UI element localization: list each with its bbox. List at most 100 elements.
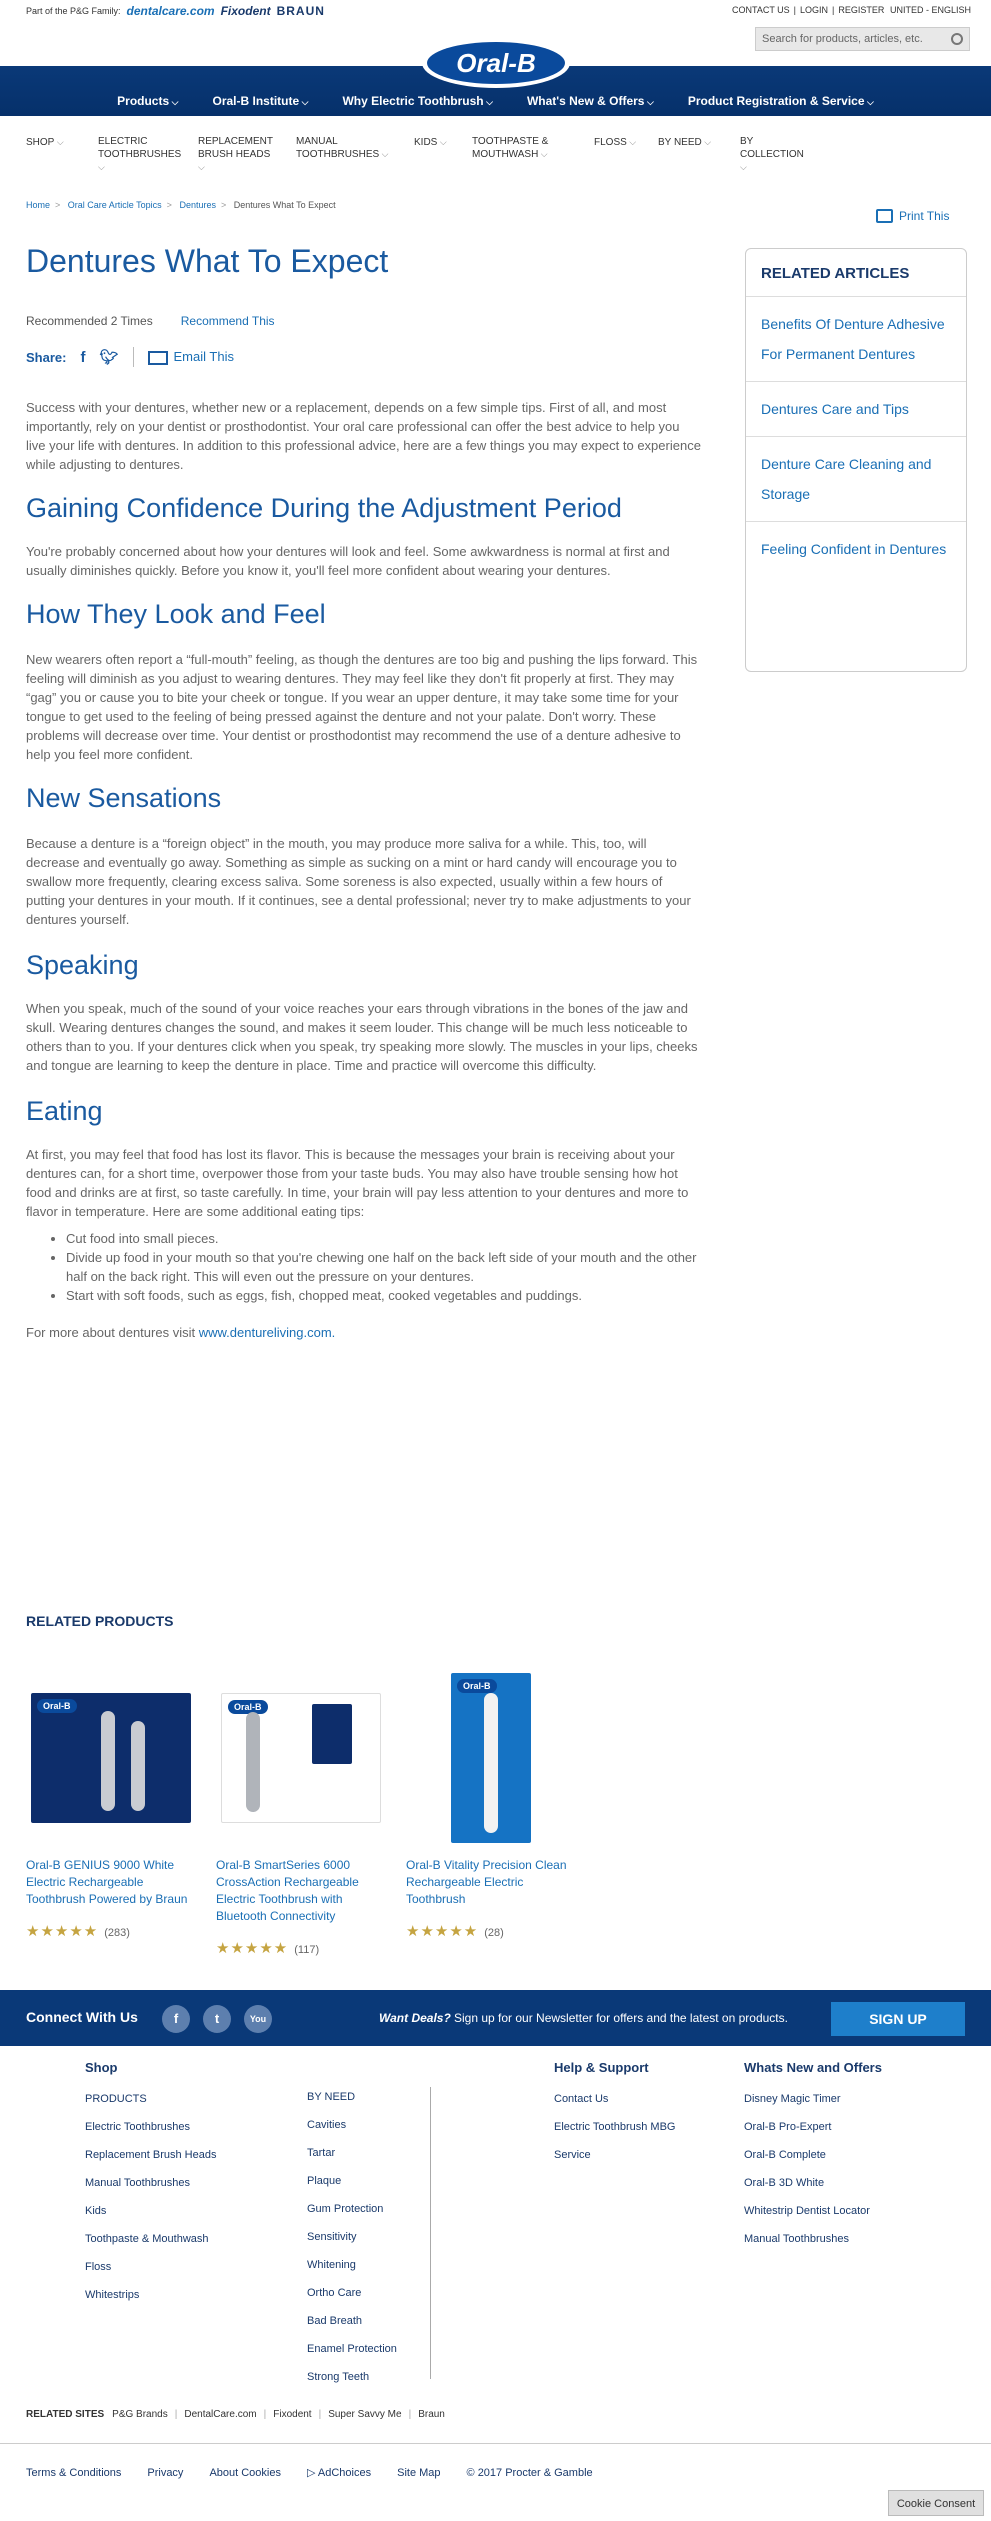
review-count[interactable]: (28) — [484, 1927, 504, 1939]
footer-link[interactable]: Cavities — [307, 2111, 397, 2139]
footer-link[interactable]: BY NEED — [307, 2083, 397, 2111]
breadcrumb-topics[interactable]: Oral Care Article Topics — [68, 200, 162, 210]
footer-link[interactable]: Plaque — [307, 2167, 397, 2195]
subnav-floss[interactable]: FLOSS — [594, 136, 640, 174]
country-selector[interactable]: UNITED - ENGLISH — [890, 5, 971, 15]
breadcrumb-dentures[interactable]: Dentures — [179, 200, 216, 210]
subnav-toothpaste[interactable]: TOOTHPASTE & MOUTHWASH — [472, 136, 576, 174]
adchoices-link[interactable]: ▷ AdChoices — [307, 2466, 371, 2479]
product-image[interactable]: Oral-B — [216, 1673, 386, 1843]
email-button[interactable]: Email This — [147, 349, 234, 365]
search-input[interactable]: Search for products, articles, etc. — [755, 27, 970, 51]
logo-text: Oral-B — [427, 42, 565, 84]
subnav-brush-heads[interactable]: REPLACEMENT BRUSH HEADS — [198, 136, 278, 174]
register-link[interactable]: REGISTER — [838, 5, 884, 15]
product-card[interactable]: Oral-B Oral-B Vitality Precision Clean R… — [406, 1673, 576, 1940]
footer-link[interactable]: Service — [554, 2141, 675, 2169]
footer-link[interactable]: Sensitivity — [307, 2223, 397, 2251]
sitemap-link[interactable]: Site Map — [397, 2467, 440, 2479]
related-article-link[interactable]: Feeling Confident in Dentures — [746, 522, 966, 576]
dentalcare-logo[interactable]: dentalcare.com — [127, 4, 215, 18]
privacy-link[interactable]: Privacy — [147, 2467, 183, 2479]
footer-link[interactable]: Replacement Brush Heads — [85, 2141, 216, 2169]
footer-link[interactable]: Tartar — [307, 2139, 397, 2167]
footer-link[interactable]: Bad Breath — [307, 2307, 397, 2335]
more-info: For more about dentures visit www.dentur… — [26, 1323, 702, 1342]
oral-b-logo[interactable]: Oral-B — [422, 38, 570, 88]
review-count[interactable]: (117) — [294, 1944, 319, 1956]
youtube-icon[interactable]: You — [244, 2005, 272, 2033]
terms-link[interactable]: Terms & Conditions — [26, 2467, 121, 2479]
footer-link[interactable]: Manual Toothbrushes — [744, 2225, 882, 2253]
product-card[interactable]: Oral-B Oral-B SmartSeries 6000 CrossActi… — [216, 1673, 386, 1957]
fixodent-logo[interactable]: Fixodent — [221, 4, 271, 18]
related-site-link[interactable]: Fixodent — [273, 2409, 311, 2420]
footer-link[interactable]: Oral-B Complete — [744, 2141, 882, 2169]
login-link[interactable]: LOGIN — [800, 5, 828, 15]
footer-link[interactable]: Oral-B Pro-Expert — [744, 2113, 882, 2141]
dentureliving-link[interactable]: www.dentureliving.com. — [199, 1325, 336, 1340]
product-image[interactable]: Oral-B — [406, 1673, 576, 1843]
related-site-link[interactable]: DentalCare.com — [184, 2409, 256, 2420]
footer-link[interactable]: Electric Toothbrush MBG — [554, 2113, 675, 2141]
subnav-by-collection[interactable]: BY COLLECTION — [740, 136, 812, 174]
related-articles: RELATED ARTICLES Benefits Of Denture Adh… — [745, 248, 967, 672]
nav-whats-new[interactable]: What's New & Offers — [527, 94, 654, 108]
facebook-icon[interactable]: f — [162, 2005, 190, 2033]
footer-link[interactable]: Ortho Care — [307, 2279, 397, 2307]
nav-institute[interactable]: Oral-B Institute — [212, 94, 308, 108]
twitter-icon[interactable]: 🐦︎ — [99, 348, 118, 366]
footer-link[interactable]: Toothpaste & Mouthwash — [85, 2225, 216, 2253]
footer-link[interactable]: Manual Toothbrushes — [85, 2169, 216, 2197]
twitter-icon[interactable]: t — [203, 2005, 231, 2033]
cookie-consent-button[interactable]: Cookie Consent — [888, 2490, 984, 2516]
related-article-link[interactable]: Denture Care Cleaning and Storage — [746, 437, 966, 522]
footer-link[interactable]: Oral-B 3D White — [744, 2169, 882, 2197]
product-name[interactable]: Oral-B GENIUS 9000 White Electric Rechar… — [26, 1857, 196, 1908]
recommend-link[interactable]: Recommend This — [181, 314, 275, 328]
footer-link[interactable]: Enamel Protection — [307, 2335, 397, 2363]
product-rating: ★★★★★ (28) — [406, 1922, 576, 1940]
heading-confidence: Gaining Confidence During the Adjustment… — [26, 493, 622, 523]
related-site-link[interactable]: Super Savvy Me — [328, 2409, 401, 2420]
subnav-electric[interactable]: ELECTRIC TOOTHBRUSHES — [98, 136, 181, 174]
related-article-link[interactable]: Benefits Of Denture Adhesive For Permane… — [746, 297, 966, 382]
footer-link[interactable]: Gum Protection — [307, 2195, 397, 2223]
footer-link[interactable]: PRODUCTS — [85, 2085, 216, 2113]
review-count[interactable]: (283) — [104, 1927, 130, 1939]
product-card[interactable]: Oral-B Oral-B GENIUS 9000 White Electric… — [26, 1673, 196, 1940]
product-name[interactable]: Oral-B Vitality Precision Clean Recharge… — [406, 1857, 576, 1908]
nav-registration[interactable]: Product Registration & Service — [688, 94, 874, 108]
signup-button[interactable]: SIGN UP — [831, 2002, 965, 2036]
product-name[interactable]: Oral-B SmartSeries 6000 CrossAction Rech… — [216, 1857, 386, 1925]
braun-logo[interactable]: BRAUN — [277, 4, 325, 18]
related-site-link[interactable]: Braun — [418, 2409, 445, 2420]
footer-link[interactable]: Whitening — [307, 2251, 397, 2279]
related-site-link[interactable]: P&G Brands — [112, 2409, 168, 2420]
footer-link[interactable]: Kids — [85, 2197, 216, 2225]
footer-link[interactable]: Strong Teeth — [307, 2363, 397, 2391]
facebook-icon[interactable]: f — [80, 349, 85, 366]
search-icon[interactable] — [951, 33, 963, 45]
product-rating: ★★★★★ (283) — [26, 1922, 196, 1940]
footer-link[interactable]: Disney Magic Timer — [744, 2085, 882, 2113]
contact-link[interactable]: CONTACT US — [732, 5, 790, 15]
nav-why-electric[interactable]: Why Electric Toothbrush — [342, 94, 492, 108]
footer-link[interactable]: Contact Us — [554, 2085, 675, 2113]
print-button[interactable]: Print This — [876, 209, 949, 223]
breadcrumb-home[interactable]: Home — [26, 200, 50, 210]
footer-rule — [0, 2443, 991, 2444]
footer-link[interactable]: Whitestrips — [85, 2281, 216, 2309]
related-article-link[interactable]: Dentures Care and Tips — [746, 382, 966, 437]
footer-link[interactable]: Electric Toothbrushes — [85, 2113, 216, 2141]
subnav-manual[interactable]: MANUAL TOOTHBRUSHES — [296, 136, 396, 174]
product-image[interactable]: Oral-B — [26, 1673, 196, 1843]
nav-products[interactable]: Products — [117, 94, 178, 108]
footer-help: Help & Support Contact Us Electric Tooth… — [554, 2060, 675, 2169]
footer-link[interactable]: Whitestrip Dentist Locator — [744, 2197, 882, 2225]
cookies-link[interactable]: About Cookies — [209, 2467, 281, 2479]
subnav-by-need[interactable]: BY NEED — [658, 136, 722, 174]
subnav-kids[interactable]: KIDS — [414, 136, 454, 174]
footer-link[interactable]: Floss — [85, 2253, 216, 2281]
subnav-shop[interactable]: SHOP — [26, 136, 80, 174]
